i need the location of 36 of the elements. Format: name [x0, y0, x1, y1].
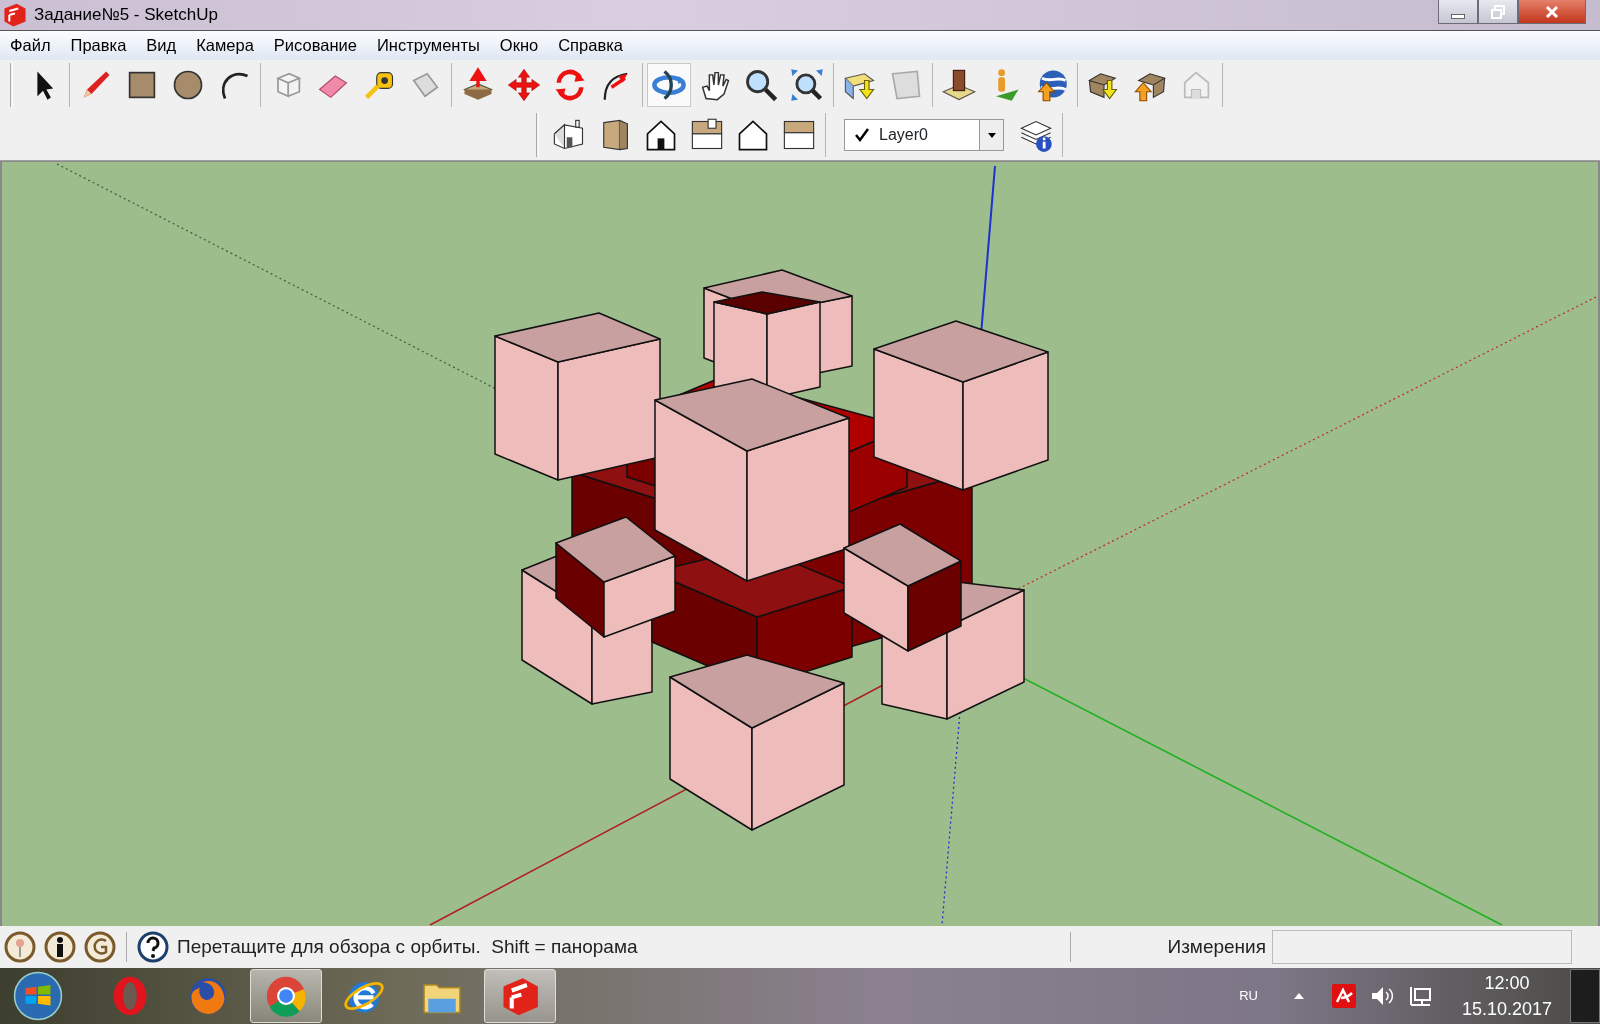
menu-item[interactable]: Инструменты — [366, 32, 490, 58]
menu-item[interactable]: Справка — [548, 32, 633, 58]
show-desktop-button[interactable] — [1570, 969, 1600, 1024]
person-icon — [44, 931, 76, 963]
sketchup-logo-icon — [2, 1, 28, 28]
pin-icon — [4, 931, 36, 963]
status-hint: Перетащите для обзора с орбиты. Shift = панорама — [177, 934, 638, 959]
toolbar-button[interactable] — [647, 62, 691, 107]
minimize-icon — [1451, 14, 1465, 19]
chrome-icon — [264, 974, 308, 1019]
letter-g-icon — [84, 931, 116, 963]
minimize-button[interactable] — [1438, 0, 1478, 24]
measurements-label: Измерения — [1167, 934, 1266, 959]
layer-dropdown[interactable]: Layer0 — [844, 118, 1004, 151]
close-icon — [1544, 3, 1560, 20]
menu-item[interactable]: Окно — [489, 32, 549, 58]
restore-button[interactable] — [1478, 0, 1518, 24]
clock-time[interactable]: 12:00 — [1461, 970, 1552, 997]
windows-logo-icon — [13, 971, 63, 1022]
taskbar-button[interactable] — [484, 969, 556, 1024]
menu-item[interactable]: Правка — [60, 32, 137, 58]
language-indicator[interactable]: RU — [1239, 986, 1258, 1006]
taskbar-button[interactable] — [250, 969, 322, 1024]
menu-item[interactable]: Файл — [0, 32, 61, 58]
menu-item[interactable]: Вид — [136, 32, 187, 58]
close-button[interactable] — [1518, 0, 1586, 24]
measurements-field[interactable] — [1272, 930, 1572, 964]
restore-icon — [1490, 3, 1506, 20]
menu-item[interactable]: Камера — [186, 32, 264, 58]
network-icon[interactable] — [1407, 984, 1432, 1009]
window-title: Задание№5 - SketchUp — [34, 4, 218, 27]
four-arrows-icon — [506, 66, 542, 103]
magnifier-arrows-icon — [789, 66, 825, 103]
clock-date[interactable]: 15.10.2017 — [1461, 996, 1552, 1023]
menu-item[interactable]: Рисование — [263, 32, 367, 58]
help-icon — [137, 931, 169, 963]
